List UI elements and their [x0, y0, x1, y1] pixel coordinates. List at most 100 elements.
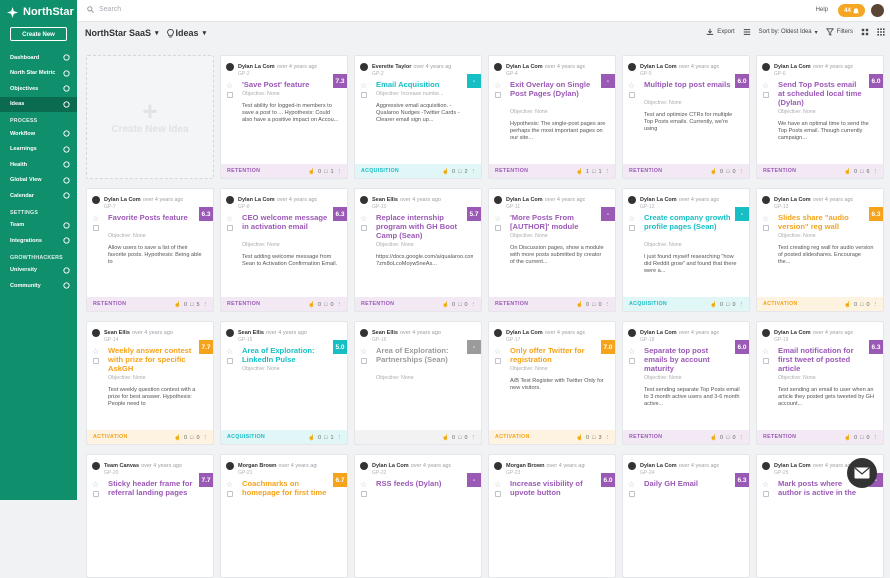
- select-checkbox[interactable]: [629, 92, 635, 98]
- nav-item-learnings[interactable]: Learnings: [0, 142, 77, 158]
- idea-card[interactable]: Morgan Brownover 4 years agoGP-216.7☆Coa…: [220, 454, 348, 578]
- idea-title[interactable]: Coachmarks on homepage for first time: [242, 479, 329, 497]
- select-checkbox[interactable]: [763, 358, 769, 364]
- idea-card[interactable]: Dylan La Comover 4 years agoGP-4-☆Exit O…: [488, 55, 616, 179]
- star-icon[interactable]: ☆: [628, 81, 635, 90]
- more-menu-icon[interactable]: ⋮: [605, 169, 611, 175]
- comment-icon[interactable]: □: [458, 302, 461, 308]
- idea-card[interactable]: Dylan La Comover 4 years agoGP-246.3☆Dai…: [622, 454, 750, 578]
- comment-icon[interactable]: □: [860, 302, 863, 308]
- star-icon[interactable]: ☆: [494, 480, 501, 489]
- nav-item-global-view[interactable]: Global View: [0, 173, 77, 189]
- more-menu-icon[interactable]: ⋮: [337, 169, 343, 175]
- idea-card[interactable]: Everette Taylorover 4 years agoGP-2-☆Ema…: [354, 55, 482, 179]
- nav-item-north-star-metric[interactable]: North Star Metric: [0, 66, 77, 82]
- idea-title[interactable]: Replace internship program with GH Boot …: [376, 213, 463, 240]
- nav-item-community[interactable]: Community: [0, 278, 77, 294]
- select-checkbox[interactable]: [763, 491, 769, 497]
- idea-card[interactable]: Dylan La Comover 4 years agoGP-56.0☆Mult…: [622, 55, 750, 179]
- idea-title[interactable]: Area of Exploration: LinkedIn Pulse: [242, 346, 329, 364]
- more-menu-icon[interactable]: ⋮: [873, 169, 879, 175]
- author-name[interactable]: Dylan La Com: [774, 463, 811, 469]
- comment-icon[interactable]: □: [458, 435, 461, 441]
- comment-icon[interactable]: □: [324, 302, 327, 308]
- star-icon[interactable]: ☆: [360, 480, 367, 489]
- comment-icon[interactable]: □: [592, 302, 595, 308]
- select-checkbox[interactable]: [93, 225, 99, 231]
- thumbs-up-icon[interactable]: ☝: [174, 435, 181, 441]
- author-name[interactable]: Team Canvas: [104, 463, 139, 469]
- more-menu-icon[interactable]: ⋮: [873, 435, 879, 441]
- author-name[interactable]: Sean Ellis: [372, 330, 398, 336]
- thumbs-up-icon[interactable]: ☝: [576, 435, 583, 441]
- select-checkbox[interactable]: [227, 491, 233, 497]
- star-icon[interactable]: ☆: [226, 480, 233, 489]
- idea-title[interactable]: Area of Exploration: Partnerships (Sean): [376, 346, 463, 364]
- idea-title[interactable]: CEO welcome message in activation email: [242, 213, 329, 231]
- star-icon[interactable]: ☆: [92, 214, 99, 223]
- idea-card[interactable]: Dylan La Comover 4 years agoGP-186.0☆Sep…: [622, 321, 750, 445]
- idea-card[interactable]: Dylan La Comover 4 years agoGP-76.3☆Favo…: [86, 188, 214, 312]
- nav-item-university[interactable]: University: [0, 263, 77, 279]
- select-checkbox[interactable]: [629, 358, 635, 364]
- comment-icon[interactable]: □: [190, 302, 193, 308]
- thumbs-up-icon[interactable]: ☝: [710, 169, 717, 175]
- idea-title[interactable]: Increase visibility of upvote button: [510, 479, 597, 497]
- star-icon[interactable]: ☆: [92, 347, 99, 356]
- idea-title[interactable]: Favorite Posts feature: [108, 213, 195, 222]
- idea-title[interactable]: Slides share "audio version" reg wall: [778, 213, 865, 231]
- idea-card[interactable]: Dylan La Comover 4 years agoGP-177.0☆Onl…: [488, 321, 616, 445]
- select-checkbox[interactable]: [495, 358, 501, 364]
- notification-badge[interactable]: 44: [838, 4, 865, 17]
- star-icon[interactable]: ☆: [494, 81, 501, 90]
- star-icon[interactable]: ☆: [762, 347, 769, 356]
- star-icon[interactable]: ☆: [628, 480, 635, 489]
- idea-title[interactable]: Exit Overlay on Single Post Pages (Dylan…: [510, 80, 597, 98]
- star-icon[interactable]: ☆: [494, 347, 501, 356]
- thumbs-up-icon[interactable]: ☝: [844, 435, 851, 441]
- author-name[interactable]: Dylan La Com: [506, 64, 543, 70]
- author-name[interactable]: Dylan La Com: [640, 330, 677, 336]
- comment-icon[interactable]: □: [324, 169, 327, 175]
- nav-item-objectives[interactable]: Objectives: [0, 81, 77, 97]
- project-selector[interactable]: NorthStar SaaS ▾: [85, 28, 159, 38]
- idea-card[interactable]: Morgan Brownover 4 years agoGP-236.0☆Inc…: [488, 454, 616, 578]
- star-icon[interactable]: ☆: [762, 81, 769, 90]
- star-icon[interactable]: ☆: [628, 214, 635, 223]
- star-icon[interactable]: ☆: [92, 480, 99, 489]
- idea-card[interactable]: Dylan La Comover 4 years agoGP-27.3☆'Sav…: [220, 55, 348, 179]
- star-icon[interactable]: ☆: [762, 214, 769, 223]
- comment-icon[interactable]: □: [726, 169, 729, 175]
- more-menu-icon[interactable]: ⋮: [471, 169, 477, 175]
- author-name[interactable]: Everette Taylor: [372, 64, 411, 70]
- idea-title[interactable]: Send Top Posts email at scheduled local …: [778, 80, 865, 107]
- star-icon[interactable]: ☆: [226, 347, 233, 356]
- idea-card[interactable]: Sean Ellisover 4 years agoGP-155.0☆Area …: [220, 321, 348, 445]
- author-name[interactable]: Dylan La Com: [774, 64, 811, 70]
- select-checkbox[interactable]: [93, 491, 99, 497]
- comment-icon[interactable]: □: [860, 169, 863, 175]
- user-avatar[interactable]: [871, 4, 884, 17]
- export-button[interactable]: Export: [706, 28, 734, 36]
- author-name[interactable]: Dylan La Com: [506, 330, 543, 336]
- author-name[interactable]: Dylan La Com: [238, 197, 275, 203]
- nav-item-health[interactable]: Health: [0, 157, 77, 173]
- star-icon[interactable]: ☆: [360, 214, 367, 223]
- select-checkbox[interactable]: [227, 225, 233, 231]
- idea-card[interactable]: Sean Ellisover 4 years agoGP-16-☆Area of…: [354, 321, 482, 445]
- more-menu-icon[interactable]: ⋮: [605, 302, 611, 308]
- star-icon[interactable]: ☆: [762, 480, 769, 489]
- author-name[interactable]: Sean Ellis: [104, 330, 130, 336]
- create-new-button[interactable]: Create New: [10, 27, 67, 41]
- thumbs-up-icon[interactable]: ☝: [576, 302, 583, 308]
- more-menu-icon[interactable]: ⋮: [605, 435, 611, 441]
- thumbs-up-icon[interactable]: ☝: [844, 302, 851, 308]
- select-checkbox[interactable]: [763, 92, 769, 98]
- thumbs-up-icon[interactable]: ☝: [442, 302, 449, 308]
- more-menu-icon[interactable]: ⋮: [203, 302, 209, 308]
- thumbs-up-icon[interactable]: ☝: [174, 302, 181, 308]
- star-icon[interactable]: ☆: [360, 81, 367, 90]
- author-name[interactable]: Dylan La Com: [640, 197, 677, 203]
- author-name[interactable]: Morgan Brown: [506, 463, 545, 469]
- help-link[interactable]: Help: [816, 7, 828, 13]
